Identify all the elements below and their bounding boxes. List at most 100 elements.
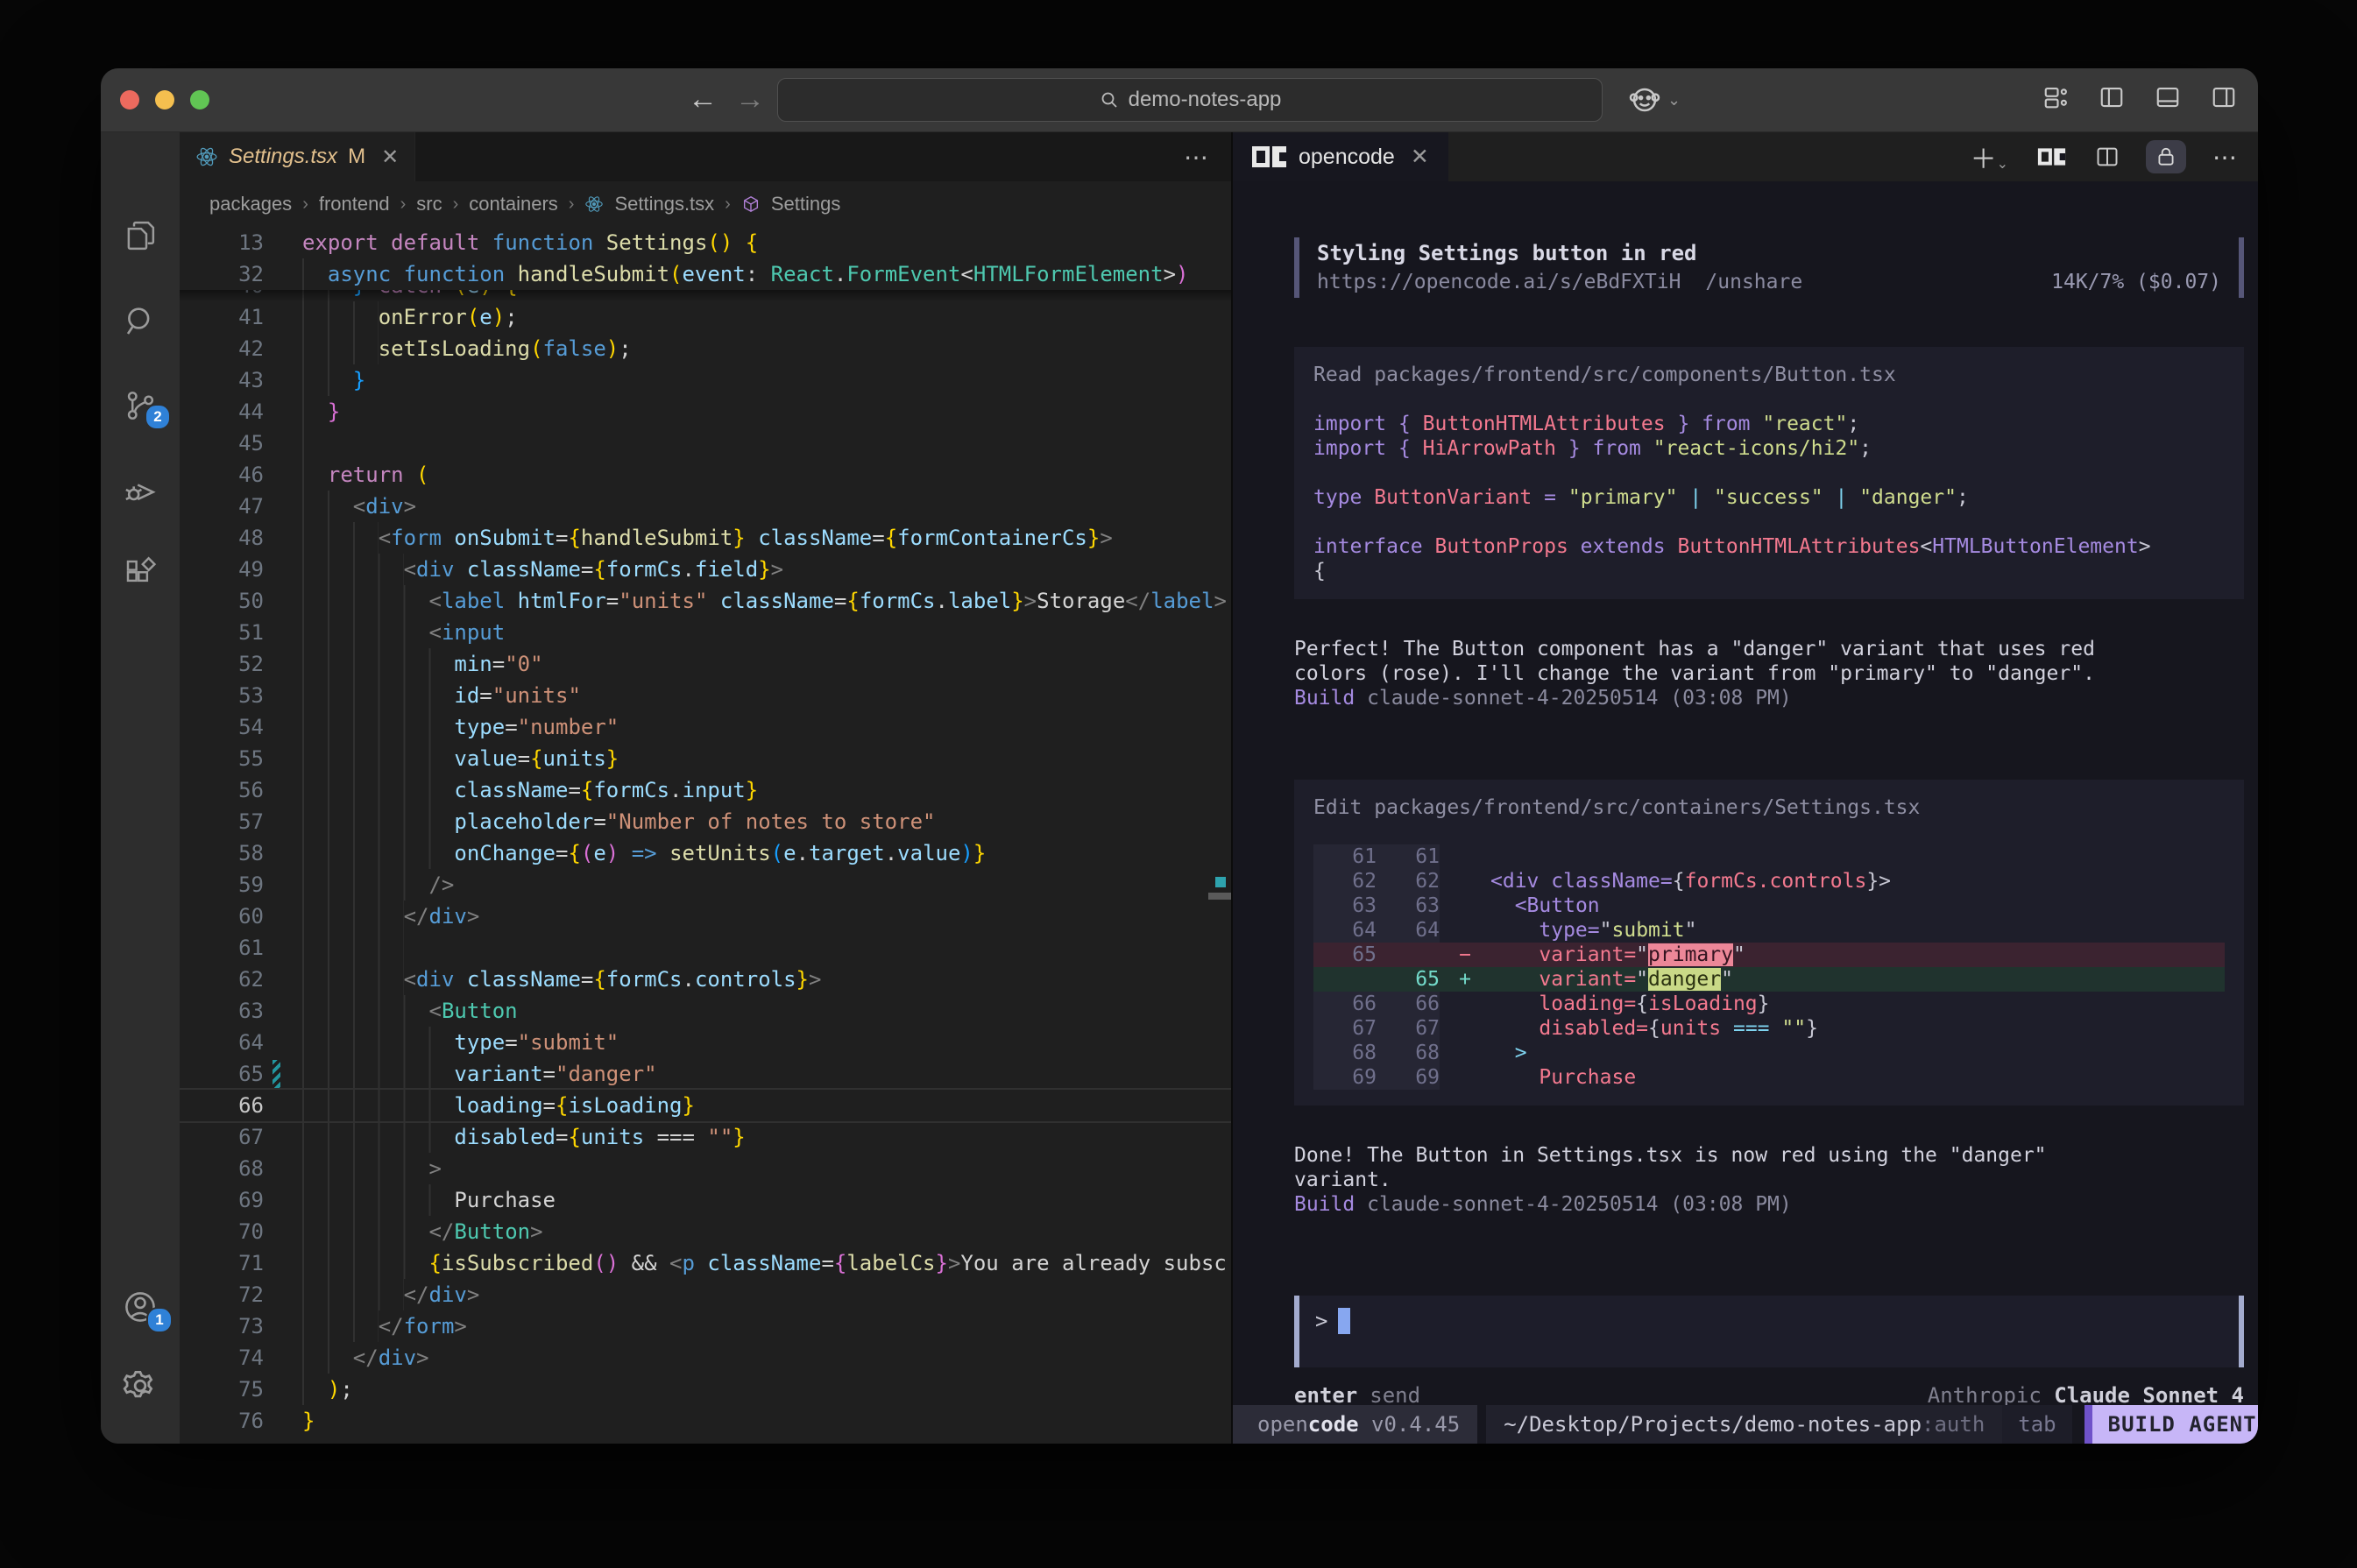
token: form bbox=[391, 526, 454, 550]
panel-tab-close-icon[interactable]: ✕ bbox=[1411, 144, 1429, 170]
settings-gear-icon[interactable] bbox=[101, 1354, 180, 1417]
line-number[interactable]: 47 bbox=[180, 491, 264, 522]
line-number[interactable]: 52 bbox=[180, 648, 264, 680]
line-number[interactable]: 64 bbox=[180, 1027, 264, 1058]
line-number[interactable]: 71 bbox=[180, 1247, 264, 1279]
prompt-symbol: > bbox=[1315, 1309, 1327, 1333]
split-terminal-icon[interactable] bbox=[2095, 145, 2120, 169]
line-number[interactable]: 50 bbox=[180, 585, 264, 617]
line-number[interactable]: 56 bbox=[180, 774, 264, 806]
line-number[interactable]: 13 bbox=[180, 227, 264, 258]
line-number[interactable]: 44 bbox=[180, 396, 264, 427]
maximize-window-button[interactable] bbox=[190, 90, 209, 109]
line-number[interactable]: 73 bbox=[180, 1310, 264, 1342]
line-number[interactable]: 60 bbox=[180, 901, 264, 932]
line-number[interactable]: 32 bbox=[180, 258, 264, 290]
scrollbar-handle[interactable] bbox=[1208, 893, 1231, 900]
source-control-icon[interactable]: 2 bbox=[101, 374, 180, 437]
line-number[interactable]: 58 bbox=[180, 837, 264, 869]
line-number[interactable]: 72 bbox=[180, 1279, 264, 1310]
breadcrumb-item[interactable]: containers bbox=[469, 193, 558, 215]
line-number[interactable]: 70 bbox=[180, 1216, 264, 1247]
toggle-secondary-sidebar-icon[interactable] bbox=[2211, 84, 2237, 110]
code-line: 42setIsLoading(false); bbox=[180, 333, 1231, 364]
line-number[interactable]: 53 bbox=[180, 680, 264, 711]
panel-more-icon[interactable]: ⋯ bbox=[2212, 143, 2237, 172]
line-number[interactable]: 66 bbox=[180, 1090, 264, 1121]
line-number[interactable]: 46 bbox=[180, 459, 264, 491]
token: target bbox=[809, 841, 885, 865]
breadcrumb-separator: › bbox=[725, 194, 731, 215]
line-number[interactable]: 74 bbox=[180, 1342, 264, 1374]
minimize-window-button[interactable] bbox=[155, 90, 174, 109]
code-editor[interactable]: 13export default function Settings() {32… bbox=[180, 227, 1231, 1444]
token: className= bbox=[1551, 870, 1672, 893]
line-number[interactable]: 59 bbox=[180, 869, 264, 901]
toggle-panel-icon[interactable] bbox=[2155, 84, 2181, 110]
line-number[interactable]: 57 bbox=[180, 806, 264, 837]
breadcrumb-item[interactable]: src bbox=[416, 193, 442, 215]
opencode-profile-icon[interactable] bbox=[2038, 148, 2065, 165]
token: event bbox=[682, 262, 745, 286]
toggle-primary-sidebar-icon[interactable] bbox=[2099, 84, 2125, 110]
tab-opencode[interactable]: opencode ✕ bbox=[1233, 132, 1448, 181]
forward-button[interactable]: → bbox=[735, 68, 765, 131]
back-button[interactable]: ← bbox=[688, 68, 718, 131]
tab-settings-tsx[interactable]: Settings.tsx M ✕ bbox=[180, 132, 415, 181]
run-debug-icon[interactable] bbox=[101, 458, 180, 521]
app-window: ← → demo-notes-app ⌄ bbox=[101, 68, 2258, 1444]
token: < bbox=[404, 967, 416, 992]
lock-icon[interactable] bbox=[2146, 140, 2186, 173]
close-window-button[interactable] bbox=[120, 90, 139, 109]
command-center-search[interactable]: demo-notes-app bbox=[777, 78, 1603, 122]
new-terminal-button[interactable]: ＋⌄ bbox=[1971, 138, 2008, 176]
token bbox=[1568, 535, 1581, 558]
token: "number" bbox=[518, 715, 619, 739]
code-line: 49<div className={formCs.field}> bbox=[180, 554, 1231, 585]
line-number[interactable]: 68 bbox=[180, 1153, 264, 1184]
prompt-input[interactable]: > bbox=[1294, 1296, 2244, 1367]
breadcrumb-item[interactable]: packages bbox=[209, 193, 292, 215]
line-number[interactable]: 65 bbox=[180, 1058, 264, 1090]
line-number[interactable]: 62 bbox=[180, 964, 264, 995]
diff-sign bbox=[1440, 992, 1490, 1016]
line-number[interactable]: 69 bbox=[180, 1184, 264, 1216]
indent-guides bbox=[302, 901, 404, 932]
assistant-menu-button[interactable]: ⌄ bbox=[1627, 82, 1681, 117]
line-number[interactable]: 55 bbox=[180, 743, 264, 774]
line-number[interactable]: 42 bbox=[180, 333, 264, 364]
line-number[interactable]: 67 bbox=[180, 1121, 264, 1153]
search-sidebar-icon[interactable] bbox=[101, 290, 180, 353]
tab-close-icon[interactable]: ✕ bbox=[381, 145, 399, 170]
breadcrumb-item[interactable]: frontend bbox=[319, 193, 390, 215]
line-number[interactable]: 61 bbox=[180, 932, 264, 964]
line-number[interactable]: 45 bbox=[180, 427, 264, 459]
line-number[interactable]: 49 bbox=[180, 554, 264, 585]
accounts-icon[interactable]: 1 bbox=[101, 1275, 180, 1338]
explorer-icon[interactable] bbox=[101, 204, 180, 267]
breadcrumb-item[interactable]: Settings.tsx bbox=[614, 193, 714, 215]
breadcrumb-item[interactable]: Settings bbox=[771, 193, 841, 215]
opencode-terminal[interactable]: Styling Settings button in red https://o… bbox=[1233, 181, 2258, 1444]
line-number[interactable]: 63 bbox=[180, 995, 264, 1027]
token: > bbox=[416, 1346, 428, 1370]
line-number[interactable]: 41 bbox=[180, 301, 264, 333]
token: /> bbox=[428, 872, 454, 897]
tool-code-line: { bbox=[1313, 559, 2225, 583]
token: : bbox=[746, 262, 771, 286]
line-number[interactable]: 51 bbox=[180, 617, 264, 648]
token: } bbox=[1666, 413, 1702, 435]
token: HTMLFormElement bbox=[973, 262, 1164, 286]
extensions-icon[interactable] bbox=[101, 542, 180, 605]
line-number[interactable]: 48 bbox=[180, 522, 264, 554]
token: units bbox=[543, 746, 606, 771]
line-number[interactable]: 75 bbox=[180, 1374, 264, 1405]
line-number[interactable]: 54 bbox=[180, 711, 264, 743]
customize-layout-icon[interactable] bbox=[2042, 84, 2069, 110]
token: <Button bbox=[1515, 894, 1600, 917]
line-number[interactable]: 76 bbox=[180, 1405, 264, 1437]
indent-guides bbox=[302, 554, 404, 585]
line-number[interactable]: 43 bbox=[180, 364, 264, 396]
editor-actions-more-icon[interactable]: ⋯ bbox=[1161, 132, 1231, 181]
token bbox=[1751, 413, 1763, 435]
